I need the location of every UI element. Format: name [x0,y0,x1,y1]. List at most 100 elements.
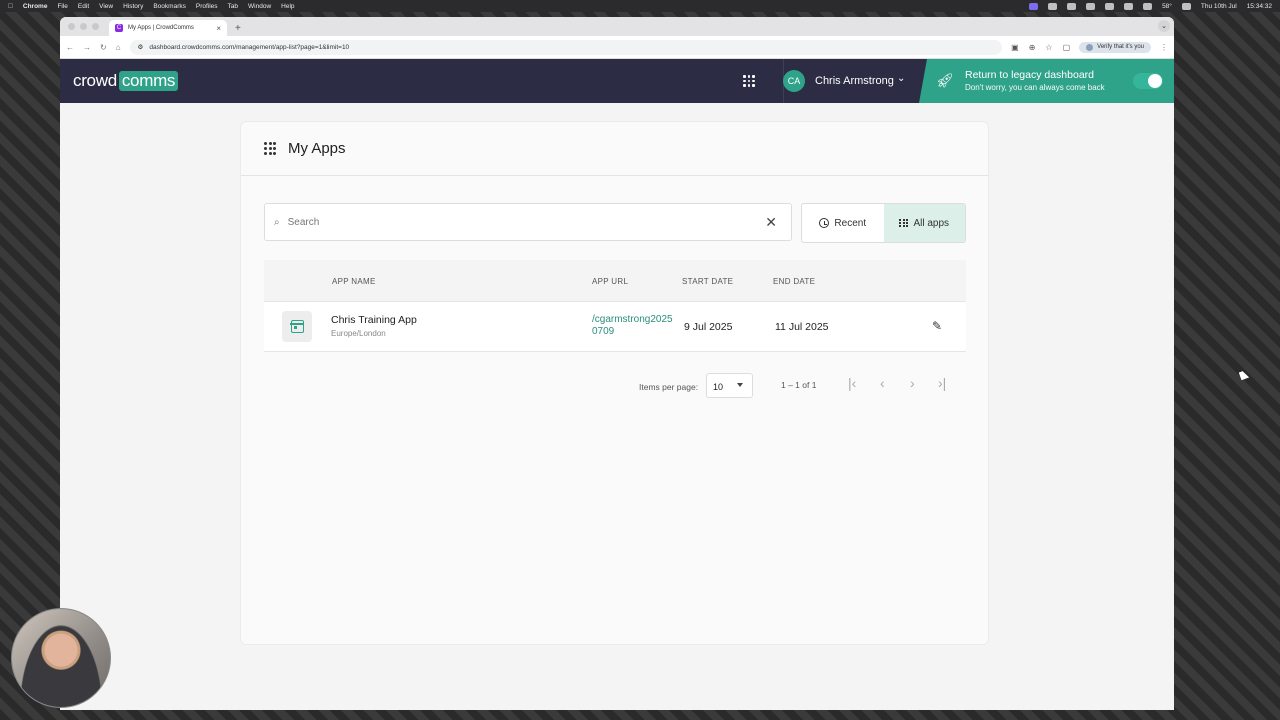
filter-all-apps-button[interactable]: All apps [883,204,965,242]
bookmark-star-icon[interactable]: ☆ [1045,43,1052,52]
table-header: APP NAME APP URL START DATE END DATE [264,260,966,302]
tab-title: My Apps | CrowdComms [128,25,194,31]
browser-menu-icon[interactable]: ⋮ [1160,43,1168,52]
browser-tab[interactable]: C My Apps | CrowdComms × [109,20,227,36]
install-icon[interactable]: ▣ [1011,43,1019,52]
edit-pencil-icon[interactable]: ✎ [932,319,942,333]
back-icon[interactable]: ← [66,43,74,52]
logo-comms-text: comms [118,71,179,91]
column-start-date[interactable]: START DATE [682,277,733,286]
menu-bookmarks[interactable]: Bookmarks [153,3,186,10]
status-icon[interactable] [1124,2,1134,10]
browser-window: C My Apps | CrowdComms × + ⌄ ← → ↻ ⌂ ⚙ d… [60,17,1174,710]
first-page-icon[interactable]: |‹ [848,375,856,391]
dropdown-caret-icon [737,383,743,387]
search-box[interactable]: ⌕ ✕ [264,203,792,241]
apps-icon [264,141,278,156]
legacy-toggle[interactable] [1133,73,1163,89]
new-tab-button[interactable]: + [235,20,241,36]
rocket-icon: 🚀︎ [936,72,954,88]
previous-page-icon[interactable]: ‹ [880,375,885,391]
menu-window[interactable]: Window [248,3,271,10]
url-text[interactable]: dashboard.crowdcomms.com/management/app-… [149,44,349,51]
toolbar: ← → ↻ ⌂ ⚙ dashboard.crowdcomms.com/manag… [60,36,1174,59]
menu-edit[interactable]: Edit [78,3,89,10]
menu-tab[interactable]: Tab [228,3,238,10]
toggle-knob [1148,74,1162,88]
user-name[interactable]: Chris Armstrong [815,75,894,87]
page-range: 1 – 1 of 1 [781,380,817,390]
extensions-icon[interactable]: ▢ [1063,43,1071,52]
search-input[interactable] [287,216,758,228]
apple-icon[interactable]:  [8,3,13,10]
crowdcomms-logo[interactable]: crowd comms [73,71,179,91]
clear-search-icon[interactable]: ✕ [765,214,777,231]
end-date: 11 Jul 2025 [775,321,829,333]
app-timezone: Europe/London [331,329,386,338]
legacy-title: Return to legacy dashboard [965,69,1094,81]
minimize-window-button[interactable] [80,23,87,30]
home-icon[interactable]: ⌂ [116,43,121,52]
items-per-page-value: 10 [713,382,724,392]
grid-icon [899,218,908,228]
filter-all-label: All apps [913,217,950,229]
zoom-window-button[interactable] [92,23,99,30]
table-row[interactable]: Chris Training App Europe/London /cgarms… [264,302,966,352]
calendar-icon [289,320,305,333]
column-app-name[interactable]: APP NAME [332,277,376,286]
menu-profiles[interactable]: Profiles [196,3,218,10]
reload-icon[interactable]: ↻ [100,43,107,52]
filter-recent-button[interactable]: Recent [802,204,884,242]
menubar-time[interactable]: 15:34:32 [1247,3,1272,10]
app-icon [282,311,312,342]
page-title: My Apps [288,140,346,157]
profile-avatar-icon [1086,43,1094,51]
tab-search-icon[interactable]: ⌄ [1158,20,1170,32]
wifi-icon[interactable] [1181,2,1191,10]
filter-recent-label: Recent [834,217,867,229]
menu-view[interactable]: View [99,3,113,10]
paginator: Items per page: 10 1 – 1 of 1 |‹ ‹ › ›| [264,370,966,400]
close-tab-icon[interactable]: × [216,24,221,33]
menubar-date[interactable]: Thu 10th Jul [1201,3,1237,10]
app-name[interactable]: Chris Training App [331,314,417,326]
menu-help[interactable]: Help [281,3,294,10]
menu-history[interactable]: History [123,3,143,10]
column-end-date[interactable]: END DATE [773,277,815,286]
start-date: 9 Jul 2025 [684,321,733,333]
next-page-icon[interactable]: › [910,375,915,391]
menu-file[interactable]: File [57,3,67,10]
status-icon[interactable] [1105,2,1115,10]
status-icon[interactable] [1067,2,1077,10]
profile-verify-button[interactable]: Verify that it's you [1079,41,1151,53]
address-bar[interactable]: ⚙ dashboard.crowdcomms.com/management/ap… [129,39,1003,55]
last-page-icon[interactable]: ›| [938,375,946,391]
app-grid-icon[interactable] [743,75,755,87]
forward-icon[interactable]: → [83,43,91,52]
screen-record-icon[interactable] [1029,2,1039,10]
site-info-icon[interactable]: ⚙ [138,43,144,51]
logo-crowd-text: crowd [73,71,117,90]
temperature: 58° [1162,2,1172,10]
legacy-subtitle: Don't worry, you can always come back [965,83,1105,92]
zoom-icon[interactable]: ⊕ [1029,43,1036,52]
my-apps-card: My Apps ⌕ ✕ Recent All apps APP NAME [240,121,989,645]
filter-toggle-group: Recent All apps [801,203,966,243]
status-icon[interactable] [1086,2,1096,10]
clock-icon [819,218,830,228]
chevron-down-icon[interactable]: ⌄ [897,73,905,84]
column-app-url[interactable]: APP URL [592,277,628,286]
menu-app-name[interactable]: Chrome [23,3,48,10]
webcam-overlay [11,608,111,708]
status-icon[interactable] [1048,2,1058,10]
items-per-page-select[interactable]: 10 [706,373,753,398]
battery-icon[interactable] [1143,2,1153,10]
window-controls [68,17,99,36]
legacy-dashboard-banner[interactable]: 🚀︎ Return to legacy dashboard Don't worr… [919,59,1174,103]
user-avatar[interactable]: CA [783,70,805,92]
close-window-button[interactable] [68,23,75,30]
app-header: crowd comms CA Chris Armstrong ⌄ 🚀︎ Retur… [60,59,1174,103]
main-content: My Apps ⌕ ✕ Recent All apps APP NAME [60,103,1174,710]
app-url-link[interactable]: /cgarmstrong20250709 [592,314,676,338]
items-per-page-label: Items per page: [639,382,699,392]
